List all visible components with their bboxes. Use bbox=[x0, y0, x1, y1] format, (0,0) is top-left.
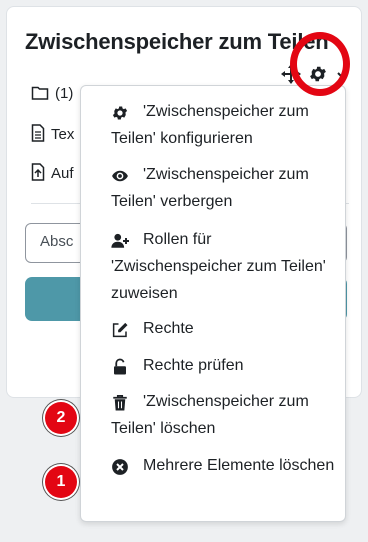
trash-icon bbox=[113, 395, 127, 411]
pencil-square-icon bbox=[112, 322, 128, 338]
list-item-label: (1) bbox=[55, 85, 74, 102]
menu-item-permissions[interactable]: Rechte bbox=[111, 315, 336, 342]
menu-item-label: Rechte prüfen bbox=[143, 357, 244, 374]
folder-icon bbox=[31, 86, 49, 100]
list-item[interactable]: (1) bbox=[31, 85, 73, 102]
list-item[interactable]: Auf bbox=[31, 163, 74, 182]
menu-item-delete[interactable]: 'Zwischenspeicher zum Teilen' löschen bbox=[111, 388, 336, 442]
block-actions-menu: 'Zwischenspeicher zum Teilen' konfigurie… bbox=[80, 85, 346, 522]
list-item-label: Tex bbox=[51, 126, 75, 143]
highlight-circle bbox=[290, 32, 350, 96]
menu-item-label: Rechte bbox=[143, 320, 194, 337]
file-text-icon bbox=[31, 124, 45, 142]
menu-item-label: Mehrere Elemente löschen bbox=[143, 457, 335, 474]
block-title: Zwischenspeicher zum Teilen bbox=[25, 29, 329, 54]
menu-item-label: Rollen für 'Zwischenspeicher zum Teilen'… bbox=[111, 231, 326, 302]
list-item-label: Auf bbox=[51, 165, 74, 182]
menu-item-label: 'Zwischenspeicher zum Teilen' löschen bbox=[111, 393, 309, 437]
eye-icon bbox=[112, 170, 128, 182]
menu-item-bulk-delete[interactable]: Mehrere Elemente löschen bbox=[111, 452, 336, 479]
user-plus-icon bbox=[111, 233, 129, 248]
menu-item-hide[interactable]: 'Zwischenspeicher zum Teilen' verbergen bbox=[111, 161, 336, 215]
file-upload-icon bbox=[31, 163, 45, 181]
gear-icon bbox=[112, 106, 128, 120]
step-badge-1: 1 bbox=[45, 466, 77, 498]
x-circle-icon bbox=[112, 459, 128, 475]
step-badge-2: 2 bbox=[45, 402, 77, 434]
menu-item-label: 'Zwischenspeicher zum Teilen' konfigurie… bbox=[111, 103, 309, 147]
menu-item-check-permissions[interactable]: Rechte prüfen bbox=[111, 352, 336, 379]
menu-item-assign-roles[interactable]: Rollen für 'Zwischenspeicher zum Teilen'… bbox=[111, 226, 336, 307]
menu-item-configure[interactable]: 'Zwischenspeicher zum Teilen' konfigurie… bbox=[111, 98, 336, 152]
unlock-icon bbox=[114, 358, 126, 375]
list-item[interactable]: Tex bbox=[31, 124, 74, 143]
menu-item-label: 'Zwischenspeicher zum Teilen' verbergen bbox=[111, 166, 309, 210]
